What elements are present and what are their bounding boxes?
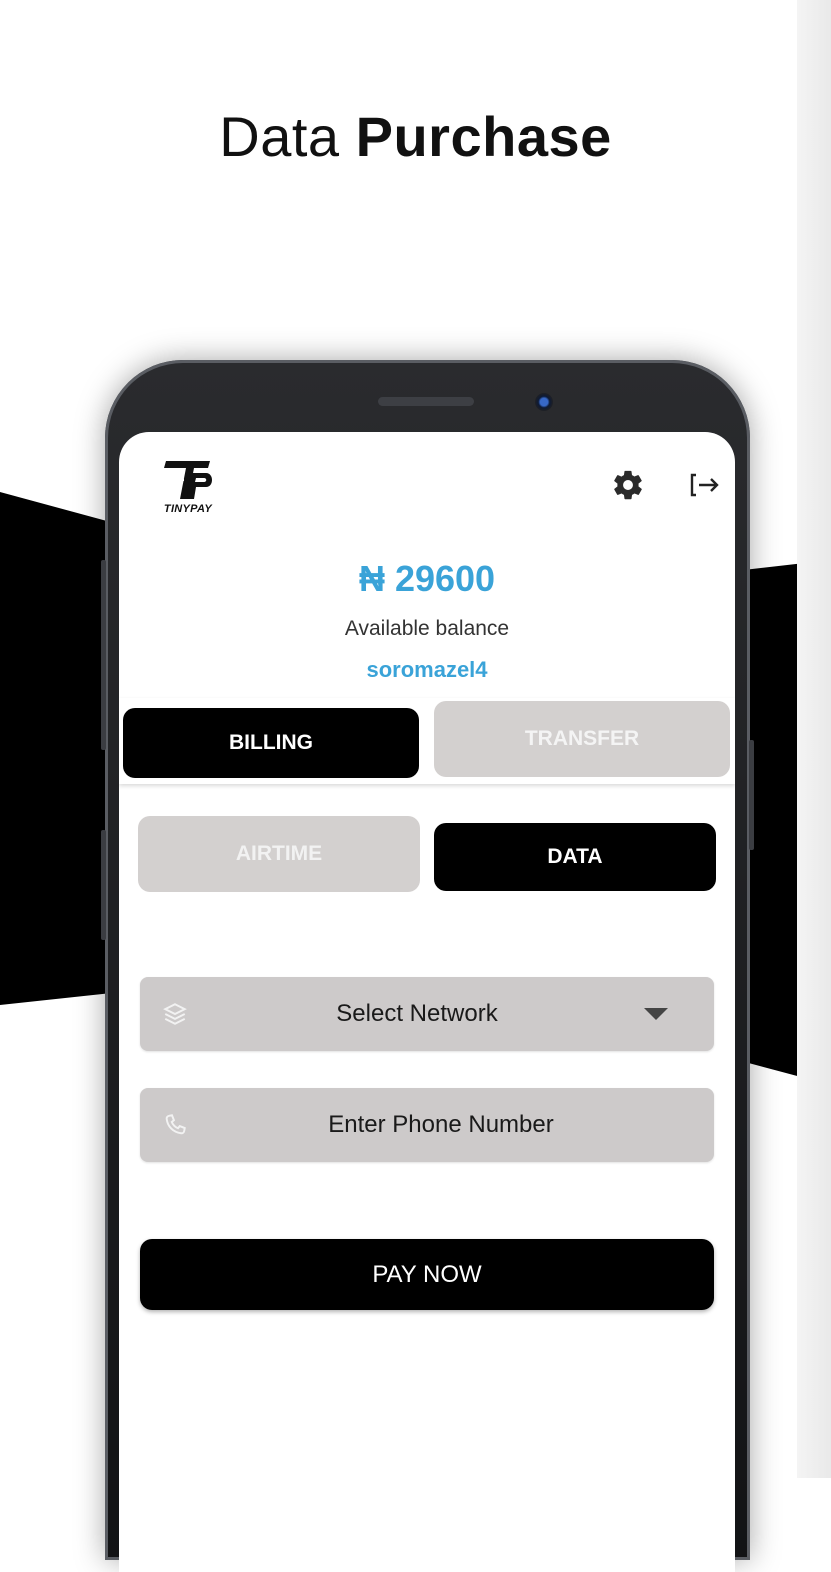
promo-title: Data Purchase	[0, 104, 831, 169]
logout-icon[interactable]	[687, 470, 721, 500]
tinypay-logo: TINYPAY	[156, 459, 220, 519]
tab-billing[interactable]: BILLING	[123, 708, 419, 778]
main-tab-bar: BILLING TRANSFER	[119, 698, 735, 784]
tab-transfer[interactable]: TRANSFER	[434, 701, 730, 777]
promo-title-light: Data	[219, 105, 340, 168]
phone-number-input[interactable]: Enter Phone Number	[140, 1088, 714, 1162]
promo-title-bold: Purchase	[355, 105, 612, 168]
tab-data[interactable]: DATA	[434, 823, 716, 891]
balance-amount: ₦ 29600	[358, 558, 496, 599]
volume-button	[101, 560, 106, 750]
phone-frame: TINYPAY ₦ 29600 Available balance soroma…	[101, 360, 754, 1572]
phone-number-placeholder: Enter Phone Number	[328, 1111, 554, 1138]
tab-airtime[interactable]: AIRTIME	[138, 816, 420, 892]
username: soromazel4	[366, 657, 488, 682]
earpiece-speaker	[378, 397, 474, 406]
network-select-label: Select Network	[336, 1000, 498, 1027]
balance-label: Available balance	[344, 617, 510, 640]
bixby-button	[101, 830, 106, 940]
front-camera	[535, 393, 553, 411]
tinypay-logo-icon	[162, 461, 212, 499]
background-strip	[797, 0, 831, 1478]
network-select[interactable]: Select Network	[140, 977, 714, 1051]
pay-now-button[interactable]: PAY NOW	[140, 1239, 714, 1310]
chevron-down-icon	[644, 1008, 668, 1020]
app-screen: TINYPAY ₦ 29600 Available balance soroma…	[119, 432, 735, 1572]
logo-text: TINYPAY	[163, 503, 213, 515]
power-button	[749, 740, 754, 850]
gear-icon[interactable]	[611, 468, 645, 502]
